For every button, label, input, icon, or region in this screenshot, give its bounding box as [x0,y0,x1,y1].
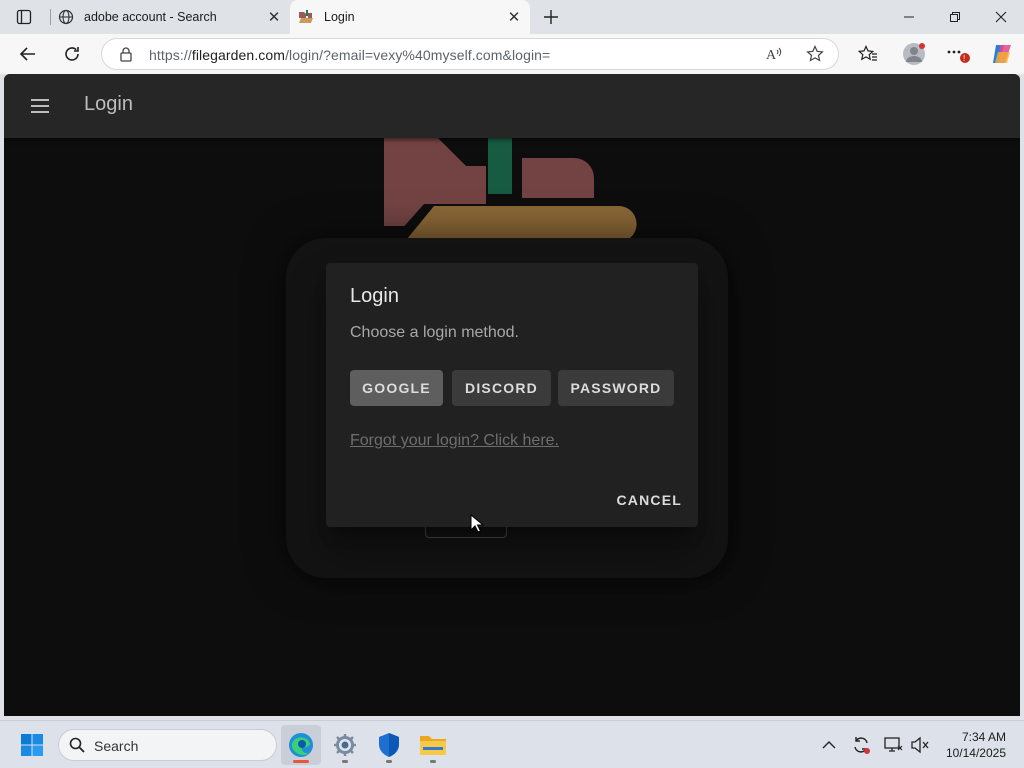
cancel-button[interactable]: CANCEL [616,492,682,508]
lock-icon[interactable] [118,46,134,67]
filegarden-icon [298,9,314,25]
app-bar: Login [4,74,1020,138]
dialog-subtitle: Choose a login method. [350,324,519,341]
running-indicator [386,760,392,763]
discord-login-button[interactable]: DISCORD [452,370,551,406]
settings-gear-icon[interactable] [325,725,365,765]
restore-icon[interactable] [932,0,978,34]
favorites-icon[interactable] [852,38,884,70]
sync-icon[interactable] [846,725,876,765]
more-options-icon[interactable]: ! [942,38,974,70]
running-indicator [342,760,348,763]
back-icon[interactable] [12,38,44,70]
profile-avatar[interactable] [898,38,930,70]
tab-close-icon[interactable]: ✕ [502,5,526,29]
running-indicator [430,760,436,763]
close-window-icon[interactable] [978,0,1024,34]
browser-toolbar: https://filegarden.com/login/?email=vexy… [0,34,1024,74]
web-viewport: Login Login Choose a login method. GOOGL… [4,74,1020,716]
search-label: Search [94,738,139,754]
tab-login[interactable]: Login ✕ [290,0,530,34]
globe-icon [58,9,74,25]
copilot-icon[interactable] [986,38,1018,70]
favorite-star-icon[interactable] [806,45,824,68]
login-dialog: Login Choose a login method. GOOGLE DISC… [326,263,698,527]
search-icon [69,737,85,758]
taskbar-search[interactable]: Search [58,729,277,761]
security-shield-icon[interactable] [369,725,409,765]
google-login-button[interactable]: GOOGLE [350,370,443,406]
taskbar: Search 7:34 AM 10/14/2025 [0,720,1024,768]
show-hidden-icons-icon[interactable] [812,725,846,765]
tab-title: Login [324,10,355,24]
tab-search[interactable]: adobe account - Search ✕ [50,0,290,34]
file-explorer-icon[interactable] [413,725,453,765]
clock-date: 10/14/2025 [945,746,1006,760]
read-aloud-icon[interactable]: A [766,46,784,67]
password-login-button[interactable]: PASSWORD [558,370,674,406]
mouse-cursor-icon [470,514,484,533]
new-tab-icon[interactable] [538,5,564,29]
clock-time: 7:34 AM [961,730,1006,744]
volume-muted-icon[interactable] [906,725,934,765]
browser-tab-bar: adobe account - Search ✕ Login ✕ [0,0,1024,34]
tab-title: adobe account - Search [84,10,217,24]
windows-start-icon[interactable] [12,725,52,765]
tab-close-icon[interactable]: ✕ [262,5,286,29]
svg-text:A: A [766,48,777,62]
system-clock[interactable]: 7:34 AM 10/14/2025 [946,729,1006,761]
menu-icon[interactable] [26,94,54,118]
active-indicator [293,760,309,763]
tab-actions-icon[interactable] [8,5,40,29]
page-title: Login [84,93,133,115]
dialog-title: Login [350,285,399,307]
edge-icon[interactable] [281,725,321,765]
address-bar[interactable]: https://filegarden.com/login/?email=vexy… [101,38,839,70]
url-text: https://filegarden.com/login/?email=vexy… [149,47,551,63]
svg-text:!: ! [963,54,965,63]
network-icon[interactable] [878,725,908,765]
refresh-icon[interactable] [56,38,88,70]
minimize-icon[interactable] [886,0,932,34]
forgot-login-link[interactable]: Forgot your login? Click here. [350,432,559,450]
